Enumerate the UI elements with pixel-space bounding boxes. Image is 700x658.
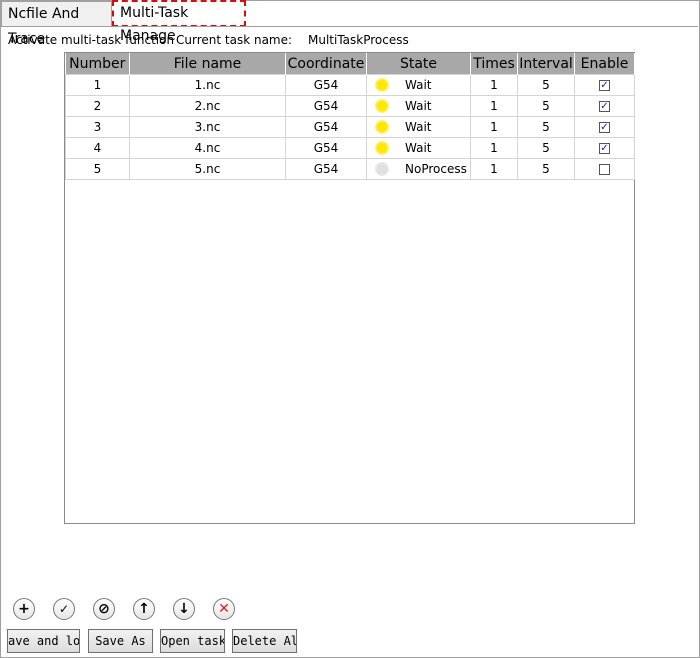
cell-state: Wait	[366, 137, 471, 159]
cell-enable: ✓	[574, 95, 635, 117]
cell-state: NoProcess	[366, 158, 471, 180]
wait-status-icon	[375, 78, 389, 93]
cell-file-name: 2.nc	[129, 95, 286, 117]
cell-coordinate: G54	[285, 95, 367, 117]
header-coordinate[interactable]: Coordinate	[285, 53, 367, 75]
wait-status-icon	[375, 99, 389, 114]
state-text: Wait	[405, 77, 432, 92]
header-times[interactable]: Times	[470, 53, 518, 75]
add-icon: +	[18, 601, 30, 617]
cell-interval: 5	[517, 137, 575, 159]
tab-bar: Ncfile And Trace Multi-Task Manage	[0, 0, 698, 47]
move-up-button[interactable]: ↑	[133, 598, 155, 620]
cell-enable: ✓	[574, 74, 635, 96]
header-enable[interactable]: Enable	[574, 53, 635, 75]
cell-interval: 5	[517, 158, 575, 180]
cell-coordinate: G54	[285, 74, 367, 96]
tab-divider	[0, 26, 698, 27]
cell-number: 2	[65, 95, 130, 117]
move-up-icon: ↑	[138, 601, 150, 617]
cell-coordinate: G54	[285, 116, 367, 138]
delete-task-button[interactable]: ✕	[213, 598, 235, 620]
table-row[interactable]: 1 1.nc G54 Wait 1 5 ✓	[65, 74, 635, 96]
tab-multi-task-manage[interactable]: Multi-Task Manage	[112, 0, 246, 44]
state-text: Wait	[405, 119, 432, 134]
header-file-name[interactable]: File name	[129, 53, 286, 75]
cell-interval: 5	[517, 95, 575, 117]
delete-icon: ✕	[218, 601, 230, 617]
add-task-button[interactable]: +	[13, 598, 35, 620]
enable-checkbox[interactable]: ✓	[599, 101, 610, 112]
confirm-task-button[interactable]: ✓	[53, 598, 75, 620]
delete-all-button[interactable]: Delete All	[232, 629, 297, 653]
cell-file-name: 1.nc	[129, 74, 286, 96]
tab-ncfile-and-trace[interactable]: Ncfile And Trace	[1, 1, 112, 47]
cell-state: Wait	[366, 95, 471, 117]
table-row[interactable]: 2 2.nc G54 Wait 1 5 ✓	[65, 95, 635, 117]
cell-interval: 5	[517, 74, 575, 96]
cell-number: 3	[65, 116, 130, 138]
activate-multitask-label[interactable]: Activate multi-task function	[8, 33, 174, 47]
disable-task-button[interactable]: ⊘	[93, 598, 115, 620]
wait-status-icon	[375, 141, 389, 156]
disable-icon: ⊘	[98, 601, 110, 617]
state-text: Wait	[405, 140, 432, 155]
current-task-label: Current task name:	[176, 33, 293, 47]
state-text: Wait	[405, 98, 432, 113]
cell-enable: ✓	[574, 137, 635, 159]
cell-times: 1	[470, 74, 518, 96]
table-header-row: Number File name Coordinate State Times …	[65, 53, 635, 75]
cell-times: 1	[470, 137, 518, 159]
task-table: Number File name Coordinate State Times …	[65, 53, 635, 180]
enable-checkbox[interactable]	[599, 164, 610, 175]
cell-file-name: 3.nc	[129, 116, 286, 138]
move-down-button[interactable]: ↓	[173, 598, 195, 620]
cell-times: 1	[470, 158, 518, 180]
header-interval[interactable]: Interval	[517, 53, 575, 75]
open-task-button[interactable]: Open task	[160, 629, 225, 653]
state-text: NoProcess	[405, 161, 467, 176]
cell-state: Wait	[366, 74, 471, 96]
cell-file-name: 4.nc	[129, 137, 286, 159]
table-row[interactable]: 5 5.nc G54 NoProcess 1 5	[65, 158, 635, 180]
header-state[interactable]: State	[366, 53, 471, 75]
cell-number: 1	[65, 74, 130, 96]
cell-times: 1	[470, 95, 518, 117]
save-and-load-button[interactable]: ave and loa	[7, 629, 80, 653]
noprocess-status-icon	[375, 162, 389, 177]
task-table-container[interactable]: Number File name Coordinate State Times …	[64, 52, 635, 524]
cell-number: 5	[65, 158, 130, 180]
cell-number: 4	[65, 137, 130, 159]
cell-interval: 5	[517, 116, 575, 138]
enable-checkbox[interactable]: ✓	[599, 143, 610, 154]
table-row[interactable]: 4 4.nc G54 Wait 1 5 ✓	[65, 137, 635, 159]
cell-coordinate: G54	[285, 158, 367, 180]
header-number[interactable]: Number	[65, 53, 130, 75]
check-icon: ✓	[58, 602, 70, 616]
move-down-icon: ↓	[178, 601, 190, 617]
wait-status-icon	[375, 120, 389, 135]
cell-file-name: 5.nc	[129, 158, 286, 180]
cell-times: 1	[470, 116, 518, 138]
cell-enable: ✓	[574, 116, 635, 138]
table-row[interactable]: 3 3.nc G54 Wait 1 5 ✓	[65, 116, 635, 138]
cell-coordinate: G54	[285, 137, 367, 159]
enable-checkbox[interactable]: ✓	[599, 122, 610, 133]
cell-enable	[574, 158, 635, 180]
save-as-button[interactable]: Save As	[88, 629, 153, 653]
enable-checkbox[interactable]: ✓	[599, 80, 610, 91]
current-task-value: MultiTaskProcess	[308, 33, 409, 47]
cell-state: Wait	[366, 116, 471, 138]
